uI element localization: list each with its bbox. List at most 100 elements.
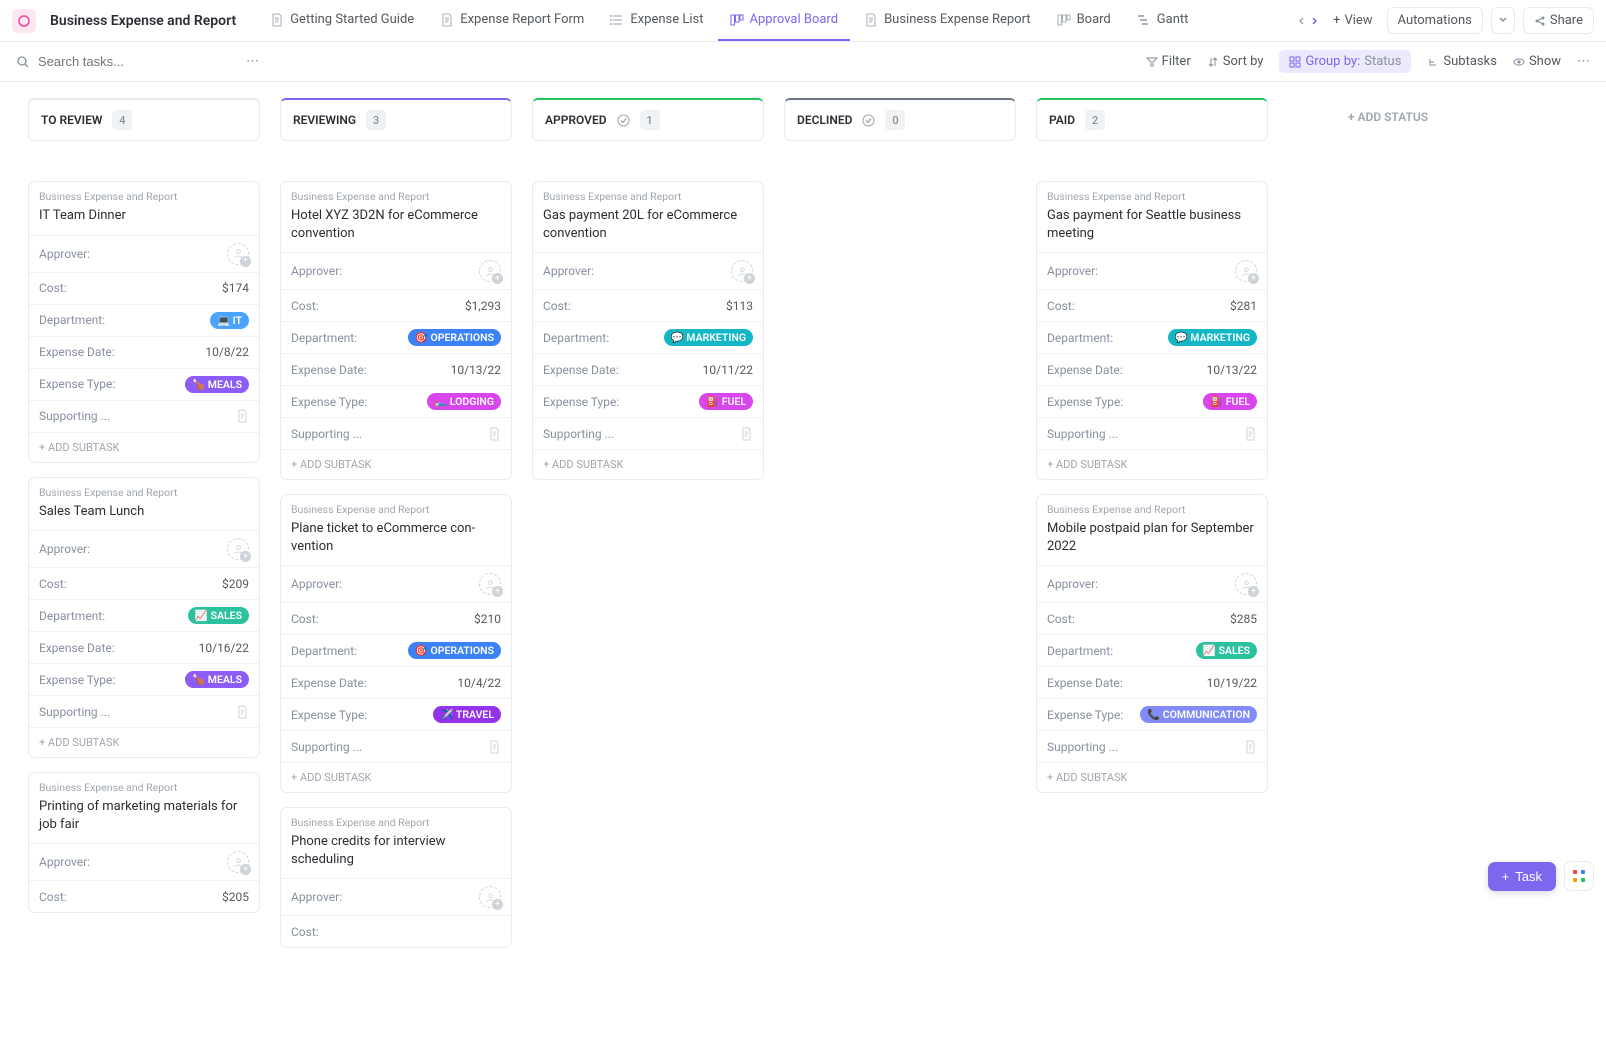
approver-row[interactable]: Approver: bbox=[281, 878, 511, 915]
task-card[interactable]: Business Expense and Report Hotel XYZ 3D… bbox=[280, 181, 512, 480]
approver-row[interactable]: Approver: bbox=[1037, 565, 1267, 602]
date-row[interactable]: Expense Date:10/13/22 bbox=[281, 353, 511, 385]
supporting-row[interactable]: Supporting ... bbox=[1037, 730, 1267, 762]
date-row[interactable]: Expense Date:10/8/22 bbox=[29, 336, 259, 368]
supporting-row[interactable]: Supporting ... bbox=[281, 730, 511, 762]
avatar-empty[interactable] bbox=[1235, 573, 1257, 595]
type-row[interactable]: Expense Type:⛽ FUEL bbox=[1037, 385, 1267, 417]
tab-expense-list[interactable]: Expense List bbox=[598, 0, 715, 41]
type-row[interactable]: Expense Type:🍗 MEALS bbox=[29, 368, 259, 400]
toolbar-more[interactable]: ⋯ bbox=[1577, 54, 1590, 69]
cost-row[interactable]: Cost:$281 bbox=[1037, 289, 1267, 321]
type-row[interactable]: Expense Type:✈️ TRAVEL bbox=[281, 698, 511, 730]
task-card[interactable]: Business Expense and Report Phone credit… bbox=[280, 807, 512, 948]
task-card[interactable]: Business Expense and Report IT Team Dinn… bbox=[28, 181, 260, 463]
tag-fuel[interactable]: ⛽ FUEL bbox=[1203, 393, 1257, 410]
avatar-empty[interactable] bbox=[479, 260, 501, 282]
tag-fuel[interactable]: ⛽ FUEL bbox=[699, 393, 753, 410]
approver-row[interactable]: Approver: bbox=[29, 843, 259, 880]
task-card[interactable]: Business Expense and Report Plane ticket… bbox=[280, 494, 512, 793]
task-card[interactable]: Business Expense and Report Mobile postp… bbox=[1036, 494, 1268, 793]
add-status-button[interactable]: + ADD STATUS bbox=[1288, 98, 1488, 136]
department-row[interactable]: Department:💬 MARKETING bbox=[1037, 321, 1267, 353]
apps-button[interactable] bbox=[1564, 861, 1594, 891]
supporting-row[interactable]: Supporting ... bbox=[281, 417, 511, 449]
date-row[interactable]: Expense Date:10/19/22 bbox=[1037, 666, 1267, 698]
sort-button[interactable]: Sort by bbox=[1207, 54, 1264, 69]
add-subtask-button[interactable]: + ADD SUBTASK bbox=[281, 762, 511, 792]
column-header[interactable]: REVIEWING 3 bbox=[280, 98, 512, 141]
cost-row[interactable]: Cost:$285 bbox=[1037, 602, 1267, 634]
date-row[interactable]: Expense Date:10/11/22 bbox=[533, 353, 763, 385]
department-row[interactable]: Department:📈 SALES bbox=[1037, 634, 1267, 666]
tag-marketing[interactable]: 💬 MARKETING bbox=[664, 329, 753, 346]
add-subtask-button[interactable]: + ADD SUBTASK bbox=[29, 727, 259, 757]
date-row[interactable]: Expense Date:10/13/22 bbox=[1037, 353, 1267, 385]
avatar-empty[interactable] bbox=[227, 851, 249, 873]
department-row[interactable]: Department:🎯 OPERATIONS bbox=[281, 321, 511, 353]
department-row[interactable]: Department:🎯 OPERATIONS bbox=[281, 634, 511, 666]
tag-operations[interactable]: 🎯 OPERATIONS bbox=[408, 329, 501, 346]
cost-row[interactable]: Cost:$205 bbox=[29, 880, 259, 912]
task-card[interactable]: Business Expense and Report Gas payment … bbox=[532, 181, 764, 480]
cost-row[interactable]: Cost: bbox=[281, 915, 511, 947]
add-subtask-button[interactable]: + ADD SUBTASK bbox=[29, 432, 259, 462]
add-subtask-button[interactable]: + ADD SUBTASK bbox=[1037, 449, 1267, 479]
tag-sales[interactable]: 📈 SALES bbox=[1196, 642, 1257, 659]
add-subtask-button[interactable]: + ADD SUBTASK bbox=[1037, 762, 1267, 792]
supporting-row[interactable]: Supporting ... bbox=[29, 400, 259, 432]
column-header[interactable]: TO REVIEW 4 bbox=[28, 98, 260, 141]
tag-sales[interactable]: 📈 SALES bbox=[188, 607, 249, 624]
avatar-empty[interactable] bbox=[227, 538, 249, 560]
supporting-row[interactable]: Supporting ... bbox=[1037, 417, 1267, 449]
subtasks-button[interactable]: Subtasks bbox=[1427, 54, 1497, 69]
tab-expense-report-form[interactable]: Expense Report Form bbox=[428, 0, 596, 41]
avatar-empty[interactable] bbox=[731, 260, 753, 282]
tag-it[interactable]: 💻 IT bbox=[210, 312, 249, 329]
task-card[interactable]: Business Expense and Report Sales Team L… bbox=[28, 477, 260, 759]
search-more[interactable]: ⋯ bbox=[246, 54, 259, 69]
date-row[interactable]: Expense Date:10/16/22 bbox=[29, 631, 259, 663]
cost-row[interactable]: Cost:$174 bbox=[29, 272, 259, 304]
tag-travel[interactable]: ✈️ TRAVEL bbox=[433, 706, 501, 723]
add-subtask-button[interactable]: + ADD SUBTASK bbox=[281, 449, 511, 479]
tag-meals[interactable]: 🍗 MEALS bbox=[185, 671, 249, 688]
group-by-button[interactable]: Group by: Status bbox=[1279, 50, 1411, 73]
tab-getting-started-guide[interactable]: Getting Started Guide bbox=[258, 0, 426, 41]
new-task-button[interactable]: + Task bbox=[1488, 862, 1556, 891]
approver-row[interactable]: Approver: bbox=[29, 530, 259, 567]
cost-row[interactable]: Cost:$1,293 bbox=[281, 289, 511, 321]
supporting-row[interactable]: Supporting ... bbox=[29, 695, 259, 727]
date-row[interactable]: Expense Date:10/4/22 bbox=[281, 666, 511, 698]
approver-row[interactable]: Approver: bbox=[533, 252, 763, 289]
type-row[interactable]: Expense Type:⛽ FUEL bbox=[533, 385, 763, 417]
cost-row[interactable]: Cost:$209 bbox=[29, 567, 259, 599]
tag-communication[interactable]: 📞 COMMUNICATION bbox=[1140, 706, 1257, 723]
approver-row[interactable]: Approver: bbox=[1037, 252, 1267, 289]
avatar-empty[interactable] bbox=[479, 886, 501, 908]
tab-gantt[interactable]: Gantt bbox=[1125, 0, 1201, 41]
add-subtask-button[interactable]: + ADD SUBTASK bbox=[533, 449, 763, 479]
column-header[interactable]: DECLINED 0 bbox=[784, 98, 1016, 141]
department-row[interactable]: Department:📈 SALES bbox=[29, 599, 259, 631]
avatar-empty[interactable] bbox=[227, 243, 249, 265]
type-row[interactable]: Expense Type:📞 COMMUNICATION bbox=[1037, 698, 1267, 730]
tag-operations[interactable]: 🎯 OPERATIONS bbox=[408, 642, 501, 659]
tag-marketing[interactable]: 💬 MARKETING bbox=[1168, 329, 1257, 346]
cost-row[interactable]: Cost:$113 bbox=[533, 289, 763, 321]
approver-row[interactable]: Approver: bbox=[29, 235, 259, 272]
tab-approval-board[interactable]: Approval Board bbox=[718, 0, 851, 41]
task-card[interactable]: Business Expense and Report Printing of … bbox=[28, 772, 260, 913]
type-row[interactable]: Expense Type:🍗 MEALS bbox=[29, 663, 259, 695]
type-row[interactable]: Expense Type:🛏️ LODGING bbox=[281, 385, 511, 417]
tag-meals[interactable]: 🍗 MEALS bbox=[185, 376, 249, 393]
column-header[interactable]: APPROVED 1 bbox=[532, 98, 764, 141]
automations-button[interactable]: Automations bbox=[1387, 7, 1483, 34]
task-card[interactable]: Business Expense and Report Gas payment … bbox=[1036, 181, 1268, 480]
show-button[interactable]: Show bbox=[1513, 54, 1561, 69]
avatar-empty[interactable] bbox=[1235, 260, 1257, 282]
approver-row[interactable]: Approver: bbox=[281, 565, 511, 602]
department-row[interactable]: Department:💬 MARKETING bbox=[533, 321, 763, 353]
tab-board[interactable]: Board bbox=[1045, 0, 1123, 41]
tab-scroll-arrows[interactable] bbox=[1297, 16, 1319, 26]
